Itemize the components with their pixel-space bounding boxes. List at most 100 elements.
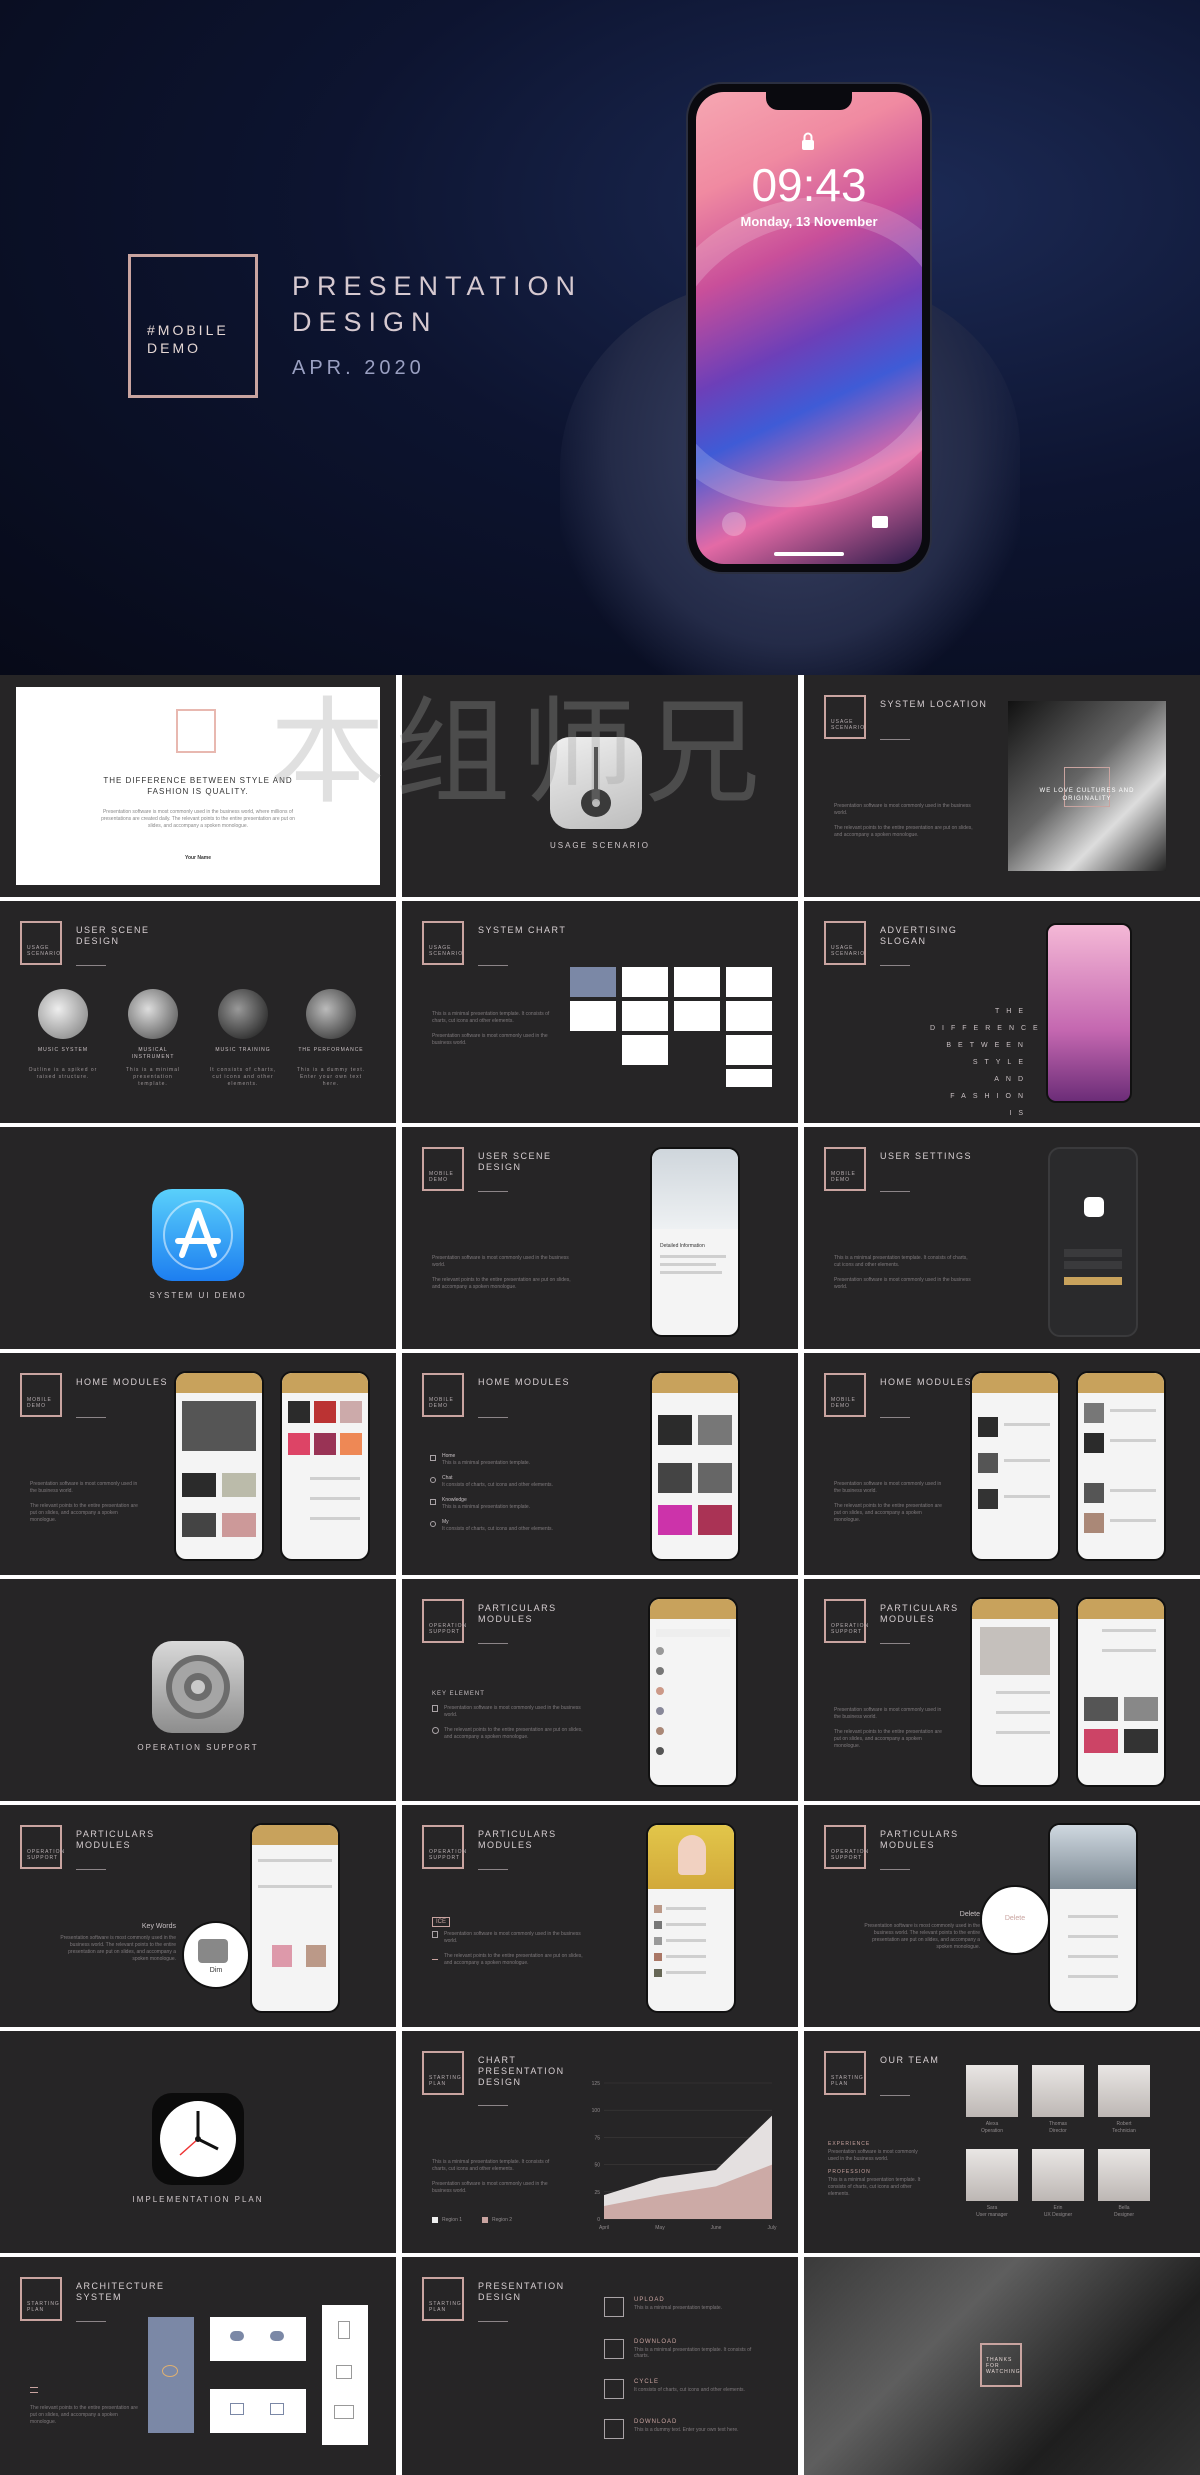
slide-14[interactable]: OPERATION SUPPORT PARTICULARS MODULES KE… [402, 1579, 798, 1801]
team-member-role: Designer [1113, 2212, 1134, 2218]
slide-14-box: OPERATION SUPPORT [422, 1599, 466, 1643]
chat-icon [430, 1477, 436, 1483]
camera-icon[interactable] [872, 516, 888, 528]
slide-3-box-label: USAGE SCENARIO [831, 719, 866, 731]
slide-5-box-label: USAGE SCENARIO [429, 945, 464, 957]
slide-24[interactable]: THANKS FOR WATCHING [804, 2257, 1200, 2475]
slide-6-box-label: USAGE SCENARIO [831, 945, 866, 957]
team-member-role: Director [1049, 2128, 1067, 2134]
slide-13[interactable]: OPERATION SUPPORT [0, 1579, 396, 1801]
text-line [1068, 1975, 1118, 1978]
item-label: MUSIC TRAINING [215, 1047, 271, 1053]
slide-5[interactable]: USAGE SCENARIO SYSTEM CHART This is a mi… [402, 901, 798, 1123]
x-tick-label: April [599, 2225, 609, 2231]
avatar [656, 1647, 664, 1655]
flashlight-icon[interactable] [722, 512, 746, 536]
thumbnail [1084, 1697, 1118, 1721]
chart-node [622, 1001, 668, 1031]
team-member-role: Operation [981, 2128, 1003, 2134]
slide-21-box-label: STARTING PLAN [831, 2075, 864, 2087]
slide-4-box: USAGE SCENARIO [20, 921, 62, 965]
slide-8-box: MOBILE DEMO [422, 1147, 464, 1191]
phone-list-screen [1076, 1371, 1166, 1561]
thumbnail [1084, 1483, 1104, 1503]
slide-4[interactable]: USAGE SCENARIO USER SCENE DESIGN MUSIC S… [0, 901, 396, 1123]
download-icon [604, 2419, 624, 2439]
thumbnail [1084, 1729, 1118, 1753]
text-line [660, 1255, 726, 1258]
y-tick-label: 125 [592, 2081, 601, 2087]
slide-20-body-1: This is a minimal presentation template.… [432, 2159, 550, 2172]
divider [478, 1191, 508, 1192]
login-button[interactable] [1064, 1277, 1122, 1285]
slide-22[interactable]: STARTING PLAN ARCHITECTURE SYSTEM The re… [0, 2257, 396, 2475]
team-member-role: Technician [1112, 2128, 1136, 2134]
avatar [654, 1921, 662, 1929]
thumbnail [1084, 1433, 1104, 1453]
photo-caption: WE LOVE CULTURES AND ORIGINALITY [1039, 788, 1135, 802]
slide-7[interactable]: SYSTEM UI DEMO [0, 1127, 396, 1349]
avatar [656, 1747, 664, 1755]
divider [880, 1643, 910, 1644]
slide-6[interactable]: USAGE SCENARIO ADVERTISING SLOGAN THE DI… [804, 901, 1200, 1123]
guitar-photo: WE LOVE CULTURES AND ORIGINALITY [1008, 701, 1166, 871]
cloud-icon [270, 2331, 284, 2341]
item-desc: This is a dummy text. Enter your own tex… [296, 1067, 366, 1087]
divider [880, 1417, 910, 1418]
slide-21[interactable]: STARTING PLAN OUR TEAM EXPERIENCE Presen… [804, 2031, 1200, 2253]
slide-10-body-1: Presentation software is most commonly u… [30, 1481, 138, 1494]
bubble-label: Dim [209, 1967, 223, 1974]
phone-profile-screen [970, 1597, 1060, 1787]
thumbnail [306, 1945, 326, 1967]
thumbnail [978, 1489, 998, 1509]
slide-8[interactable]: MOBILE DEMO USER SCENE DESIGN Presentati… [402, 1127, 798, 1349]
slide-5-body-1: This is a minimal presentation template.… [432, 1011, 550, 1024]
phone-home-screen [174, 1371, 264, 1561]
home-indicator[interactable] [774, 552, 844, 556]
thumbnail [698, 1463, 732, 1493]
text-line [1068, 1935, 1118, 1938]
slide-12[interactable]: MOBILE DEMO HOME MODULES Presentation so… [804, 1353, 1200, 1575]
slide-15[interactable]: OPERATION SUPPORT PARTICULARS MODULES Pr… [804, 1579, 1200, 1801]
hero-cover-slide: #MOBILE DEMO PRESENTATION DESIGN APR. 20… [0, 0, 1200, 675]
thumbnail [1084, 1403, 1104, 1423]
slide-3-title: SYSTEM LOCATION [880, 699, 988, 709]
thumbnail [698, 1415, 732, 1445]
slide-thumbnail-grid: THE DIFFERENCE BETWEEN STYLE AND FASHION… [0, 675, 1200, 2475]
arch-network-block [210, 2389, 306, 2433]
slide-12-box: MOBILE DEMO [824, 1373, 866, 1417]
cloud-icon [230, 2331, 244, 2341]
slide-9[interactable]: MOBILE DEMO USER SETTINGS This is a mini… [804, 1127, 1200, 1349]
text-line [1110, 1519, 1156, 1522]
ice-badge: ICE [432, 1917, 451, 1927]
slide-22-box-label: STARTING PLAN [27, 2301, 60, 2313]
slide-16-box-label: OPERATION SUPPORT [27, 1849, 66, 1861]
slide-3[interactable]: USAGE SCENARIO SYSTEM LOCATION Presentat… [804, 675, 1200, 897]
lock-screen-time: 09:43 [751, 159, 867, 211]
legend-swatch-1 [432, 2217, 438, 2223]
thumbnail [978, 1453, 998, 1473]
quote-heading: THE DIFFERENCE BETWEEN STYLE AND FASHION… [103, 776, 293, 796]
slide-17-body-2: The relevant points to the entire presen… [444, 1953, 583, 1966]
username-field[interactable] [1064, 1249, 1122, 1257]
divider [880, 739, 910, 740]
password-field[interactable] [1064, 1261, 1122, 1269]
slide-16[interactable]: OPERATION SUPPORT PARTICULARS MODULES Ke… [0, 1805, 396, 2027]
slide-6-title: ADVERTISING SLOGAN [880, 925, 958, 946]
slide-19[interactable]: IMPLEMENTATION PLAN [0, 2031, 396, 2253]
app-store-icon [152, 1189, 244, 1281]
slide-6-box: USAGE SCENARIO [824, 921, 866, 965]
operation-title: CYCLE [634, 2379, 660, 2385]
slide-11[interactable]: MOBILE DEMO HOME MODULES Home This is a … [402, 1353, 798, 1575]
thumbnail [658, 1463, 692, 1493]
cycle-icon [604, 2379, 624, 2399]
slide-23[interactable]: STARTING PLAN PRESENTATION DESIGN UPLOAD… [402, 2257, 798, 2475]
slide-20[interactable]: STARTING PLAN CHART PRESENTATION DESIGN … [402, 2031, 798, 2253]
slide-22-box: STARTING PLAN [20, 2277, 62, 2321]
zoom-bubble: Dim [182, 1921, 250, 1989]
slide-17[interactable]: OPERATION SUPPORT PARTICULARS MODULES IC… [402, 1805, 798, 2027]
slide-10[interactable]: MOBILE DEMO HOME MODULES Presentation so… [0, 1353, 396, 1575]
thumbnail [222, 1513, 256, 1537]
chart-node [726, 1035, 772, 1065]
slide-18[interactable]: OPERATION SUPPORT PARTICULARS MODULES De… [804, 1805, 1200, 2027]
